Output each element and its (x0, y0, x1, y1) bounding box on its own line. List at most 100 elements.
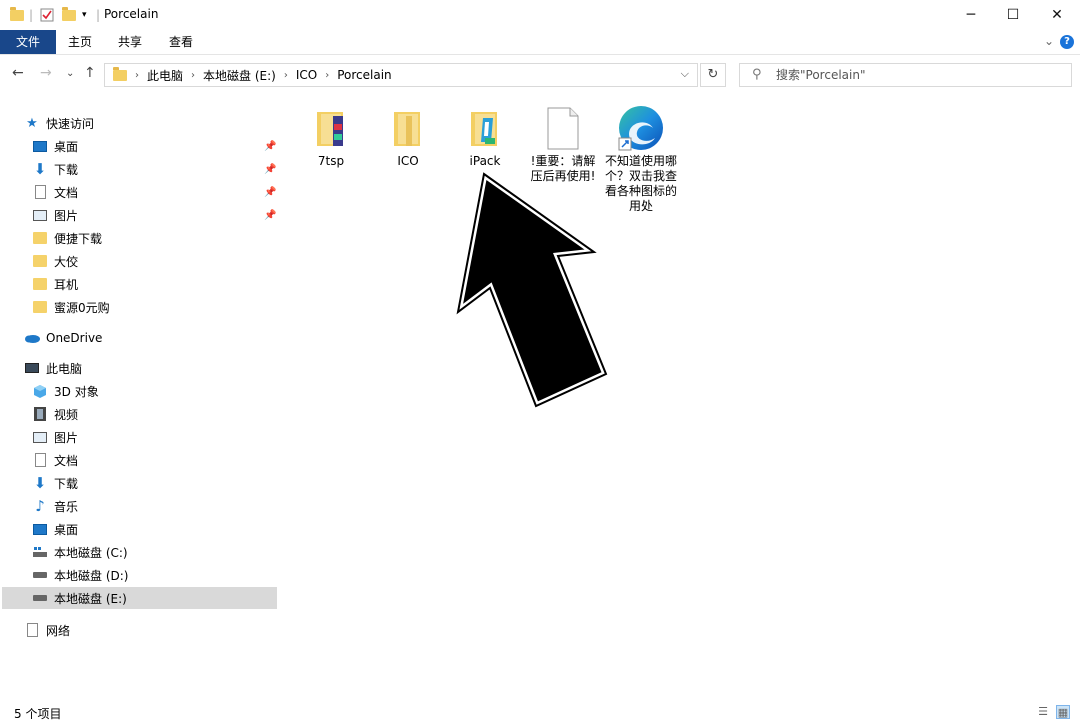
search-box[interactable]: ⚲ (739, 63, 1072, 87)
pin-icon[interactable]: 📌 (264, 187, 276, 198)
sidebar-item-downloads[interactable]: ⬇ 下载 (32, 158, 277, 180)
picture-icon (32, 429, 48, 445)
breadcrumb-ico[interactable]: ICO (290, 68, 323, 82)
navigation-bar: ← → ⌄ ↑ › 此电脑 › 本地磁盘 (E:) › ICO › Porcel… (0, 55, 1080, 95)
computer-icon (24, 360, 40, 376)
address-bar[interactable]: › 此电脑 › 本地磁盘 (E:) › ICO › Porcelain ⌵ (104, 63, 698, 87)
sidebar-item-label: 音乐 (54, 499, 79, 514)
location-folder-icon (113, 66, 127, 81)
app-folder-icon (10, 6, 24, 24)
pin-icon[interactable]: 📌 (264, 164, 276, 175)
tab-file[interactable]: 文件 (0, 30, 56, 54)
sidebar-item-label: 本地磁盘 (D:) (54, 568, 129, 583)
status-bar: 5 个项目 ☰ ▦ (0, 700, 1080, 724)
sidebar-item-label: 便捷下载 (54, 231, 103, 246)
sidebar-item-pc-documents[interactable]: 文档 (32, 449, 277, 471)
help-icon[interactable]: ? (1060, 35, 1074, 49)
sidebar-item-videos[interactable]: 视频 (32, 403, 277, 425)
chevron-right-icon[interactable]: › (323, 70, 331, 81)
forward-arrow-icon[interactable]: → (40, 65, 52, 81)
sidebar-item-pc-downloads[interactable]: ⬇ 下载 (32, 472, 277, 494)
sidebar-item-miyuan[interactable]: 蜜源0元购 (32, 296, 277, 318)
close-icon: ✕ (1051, 7, 1063, 23)
navigation-pane: ★ 快速访问 桌面 📌 ⬇ 下载 📌 文档 📌 图片 📌 便捷下载 大佼 耳机 … (0, 112, 280, 652)
tab-view[interactable]: 查看 (157, 30, 205, 54)
details-view-icon[interactable]: ☰ (1036, 705, 1050, 719)
sidebar-item-label: 图片 (54, 430, 79, 445)
search-icon: ⚲ (752, 67, 762, 82)
pin-icon[interactable]: 📌 (264, 210, 276, 221)
sidebar-item-pictures[interactable]: 图片 (32, 204, 277, 226)
sidebar-item-documents[interactable]: 文档 (32, 181, 277, 203)
close-button[interactable]: ✕ (1034, 0, 1080, 30)
breadcrumb-porcelain[interactable]: Porcelain (331, 68, 397, 82)
maximize-button[interactable]: ☐ (990, 0, 1036, 30)
sidebar-item-this-pc[interactable]: 此电脑 (24, 357, 277, 379)
breadcrumb-drive-e[interactable]: 本地磁盘 (E:) (197, 67, 282, 84)
maximize-icon: ☐ (1006, 7, 1020, 23)
minimize-icon: ─ (966, 7, 976, 23)
chevron-right-icon[interactable]: › (189, 70, 197, 81)
cube-icon (32, 383, 48, 399)
up-arrow-icon[interactable]: ↑ (84, 65, 96, 81)
file-item-ipack[interactable]: iPack (448, 104, 522, 169)
sidebar-item-onedrive[interactable]: OneDrive (24, 327, 277, 349)
tab-share[interactable]: 共享 (106, 30, 154, 54)
large-icons-view-icon[interactable]: ▦ (1056, 705, 1070, 719)
expand-ribbon-icon[interactable]: ⌄ (1044, 34, 1054, 48)
sidebar-item-label: 视频 (54, 407, 79, 422)
pin-icon[interactable]: 📌 (264, 141, 276, 152)
sidebar-item-dajiao[interactable]: 大佼 (32, 250, 277, 272)
sidebar-item-drive-e[interactable]: 本地磁盘 (E:) (2, 587, 277, 609)
folder-icon (307, 104, 355, 152)
sidebar-item-label: 3D 对象 (54, 384, 99, 399)
search-input[interactable] (776, 66, 1056, 84)
document-icon (32, 452, 48, 468)
breadcrumb-this-pc[interactable]: 此电脑 (141, 67, 189, 84)
sidebar-item-network[interactable]: 网络 (24, 619, 277, 641)
toolbar-separator: | (29, 8, 34, 22)
sidebar-item-label: 图片 (54, 208, 79, 223)
music-note-icon: ♪ (35, 497, 45, 515)
sidebar-quick-access[interactable]: ★ 快速访问 (24, 112, 301, 134)
sidebar-item-quick-downloads[interactable]: 便捷下载 (32, 227, 277, 249)
new-folder-icon[interactable] (62, 6, 76, 24)
chevron-right-icon[interactable]: › (133, 70, 141, 81)
address-dropdown-icon[interactable]: ⌵ (681, 67, 689, 81)
system-drive-icon (32, 544, 48, 560)
customize-toolbar-icon[interactable]: ▾ (82, 6, 87, 24)
file-item-ico[interactable]: ICO (371, 104, 445, 169)
network-icon (24, 622, 40, 638)
item-count: 5 个项目 (14, 707, 62, 721)
sidebar-item-label: 耳机 (54, 277, 79, 292)
properties-icon[interactable] (40, 6, 54, 24)
sidebar-item-label: 桌面 (54, 522, 79, 537)
sidebar-item-3d-objects[interactable]: 3D 对象 (32, 380, 277, 402)
back-arrow-icon[interactable]: ← (12, 65, 24, 81)
ribbon: 文件 主页 共享 查看 ⌄ ? (0, 30, 1080, 55)
sidebar-item-label: 快速访问 (46, 116, 95, 131)
sidebar-item-music[interactable]: ♪ 音乐 (32, 495, 277, 517)
folder-icon (384, 104, 432, 152)
tab-home[interactable]: 主页 (56, 30, 104, 54)
file-item-7tsp[interactable]: 7tsp (294, 104, 368, 169)
sidebar-item-drive-d[interactable]: 本地磁盘 (D:) (32, 564, 277, 586)
sidebar-item-drive-c[interactable]: 本地磁盘 (C:) (32, 541, 277, 563)
download-arrow-icon: ⬇ (33, 474, 47, 492)
folder-icon (32, 299, 48, 315)
document-icon (32, 184, 48, 200)
sidebar-item-label: 本地磁盘 (C:) (54, 545, 128, 560)
sidebar-item-earphones[interactable]: 耳机 (32, 273, 277, 295)
sidebar-item-label: 下载 (54, 162, 79, 177)
sidebar-item-label: 文档 (54, 185, 79, 200)
desktop-icon (32, 138, 48, 154)
chevron-right-icon[interactable]: › (282, 70, 290, 81)
pointing-arrow-icon (452, 170, 611, 411)
recent-locations-icon[interactable]: ⌄ (66, 68, 74, 79)
sidebar-item-pc-pictures[interactable]: 图片 (32, 426, 277, 448)
sidebar-item-label: 蜜源0元购 (54, 300, 110, 315)
sidebar-item-desktop[interactable]: 桌面 (32, 135, 277, 157)
refresh-button[interactable]: ↻ (700, 63, 726, 87)
sidebar-item-pc-desktop[interactable]: 桌面 (32, 518, 277, 540)
minimize-button[interactable]: ─ (948, 0, 994, 30)
